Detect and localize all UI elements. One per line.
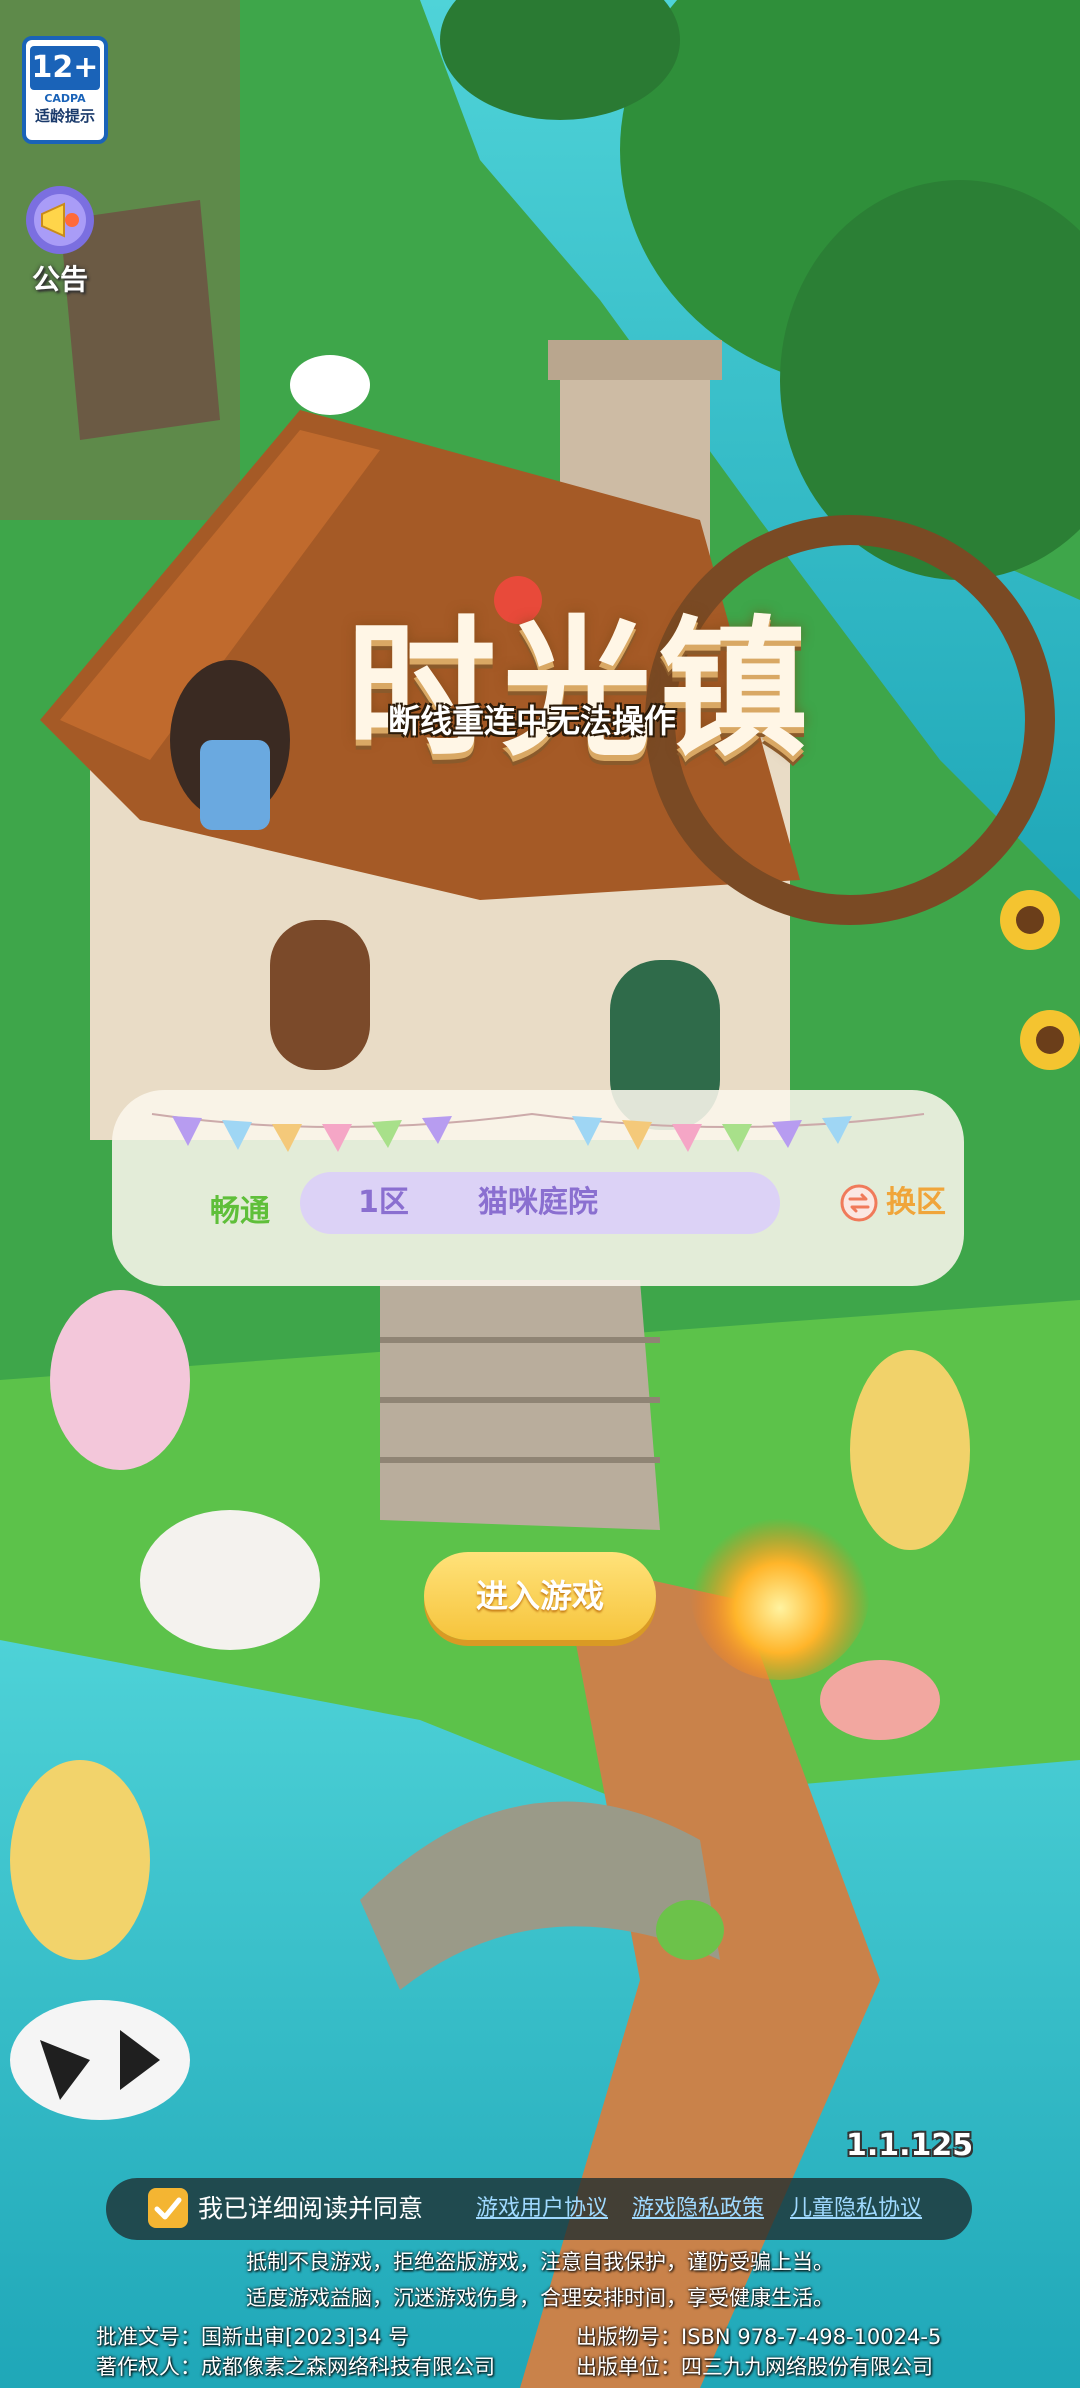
bunting-decoration bbox=[151, 1112, 925, 1152]
copyright-holder: 著作权人：成都像素之森网络科技有限公司 bbox=[96, 2355, 495, 2379]
child-privacy-link[interactable]: 儿童隐私协议 bbox=[790, 2178, 922, 2240]
notice-button[interactable]: 公告 bbox=[14, 180, 106, 298]
age-rating: 12+ bbox=[30, 46, 100, 90]
version-label: 1.1.125 bbox=[846, 2128, 974, 2163]
user-agreement-link[interactable]: 游戏用户协议 bbox=[476, 2178, 608, 2240]
server-name: 猫咪庭院 bbox=[478, 1185, 598, 1220]
health-notice-line: 适度游戏益脑，沉迷游戏伤身，合理安排时间，享受健康生活。 bbox=[246, 2286, 834, 2310]
agreement-checkbox[interactable] bbox=[148, 2188, 188, 2228]
age-rating-badge[interactable]: 12+ CADPA 适龄提示 bbox=[22, 36, 108, 144]
game-logo: 时光镇 bbox=[270, 590, 890, 790]
game-title: 时光镇 bbox=[345, 603, 814, 777]
megaphone-icon bbox=[26, 186, 94, 254]
reconnect-status-text: 断线重连中无法操作 bbox=[388, 702, 677, 740]
notice-label: 公告 bbox=[31, 263, 88, 296]
approval-number: 批准文号：国新出审[2023]34 号 bbox=[96, 2325, 410, 2349]
age-rating-org: CADPA bbox=[44, 92, 86, 105]
agreement-text: 我已详细阅读并同意 bbox=[198, 2194, 424, 2223]
publisher: 出版单位：四三九九网络股份有限公司 bbox=[576, 2355, 933, 2379]
server-selector[interactable]: 1区 猫咪庭院 bbox=[300, 1172, 780, 1234]
age-rating-tip: 适龄提示 bbox=[34, 107, 95, 125]
agreement-bar: 我已详细阅读并同意 游戏用户协议 游戏隐私政策 儿童隐私协议 bbox=[106, 2178, 972, 2240]
privacy-policy-link[interactable]: 游戏隐私政策 bbox=[632, 2178, 764, 2240]
health-notice-line: 抵制不良游戏，拒绝盗版游戏，注意自我保护，谨防受骗上当。 bbox=[246, 2250, 834, 2274]
health-notice: 抵制不良游戏，拒绝盗版游戏，注意自我保护，谨防受骗上当。 适度游戏益脑，沉迷游戏… bbox=[0, 2244, 1080, 2316]
server-status: 畅通 bbox=[210, 1194, 270, 1229]
switch-server-label: 换区 bbox=[886, 1185, 946, 1220]
server-zone: 1区 bbox=[358, 1185, 409, 1220]
publication-number: 出版物号：ISBN 978-7-498-10024-5 bbox=[576, 2325, 942, 2349]
swap-icon bbox=[840, 1184, 878, 1222]
server-panel: 畅通 1区 猫咪庭院 换区 bbox=[112, 1090, 964, 1286]
checkmark-icon bbox=[154, 2197, 182, 2220]
enter-game-button[interactable]: 进入游戏 bbox=[424, 1552, 656, 1640]
